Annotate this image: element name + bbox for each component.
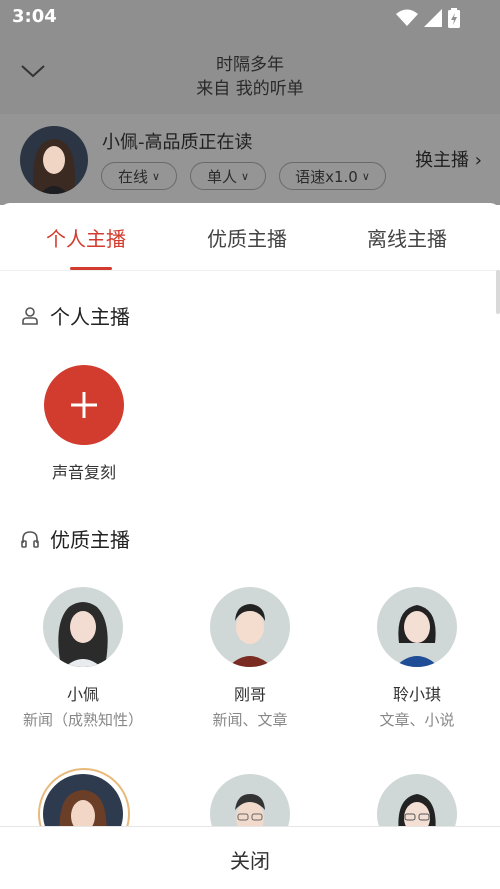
current-anchor-name: 小佩-高品质正在读 xyxy=(102,132,253,153)
tab-bar: 个人主播 优质主播 离线主播 xyxy=(0,203,500,271)
personal-section-title: 个人主播 xyxy=(20,301,130,330)
battery-icon xyxy=(448,8,460,28)
host-card[interactable]: 聆小琪 文章、小说 xyxy=(337,587,497,730)
chevron-down-icon: ∨ xyxy=(361,169,370,183)
add-voice-clone-button[interactable] xyxy=(44,365,124,445)
track-title: 时隔多年 xyxy=(216,55,284,75)
current-anchor-bar: 小佩-高品质正在读 在线 ∨ 单人 ∨ 语速x1.0 ∨ 换主播 › xyxy=(0,114,500,205)
tab-quality[interactable]: 优质主播 xyxy=(207,223,287,252)
quality-section-label: 优质主播 xyxy=(50,528,130,552)
headphones-icon xyxy=(21,530,39,548)
signal-icon xyxy=(424,9,442,27)
personal-section-label: 个人主播 xyxy=(50,305,130,329)
chevron-down-icon: ∨ xyxy=(151,169,161,183)
host-name: 小佩 xyxy=(66,685,99,704)
current-anchor-avatar xyxy=(20,126,88,194)
anchor-picker-sheet: 个人主播 优质主播 离线主播 个人主播 声音复刻 优质主播 小佩 新闻（成熟知性… xyxy=(0,203,500,889)
host-avatar xyxy=(377,587,457,667)
person-icon xyxy=(22,306,38,325)
tab-offline[interactable]: 离线主播 xyxy=(367,223,447,252)
track-source: 来自 我的听单 xyxy=(196,79,304,99)
quality-section-title: 优质主播 xyxy=(20,524,130,553)
host-tags: 新闻（成熟知性） xyxy=(22,711,143,729)
host-name: 刚哥 xyxy=(233,685,266,704)
status-bar: 3:04 xyxy=(0,0,500,34)
scrollbar[interactable] xyxy=(496,270,500,314)
tab-personal[interactable]: 个人主播 xyxy=(46,223,126,252)
wifi-icon xyxy=(396,9,418,26)
speed-dropdown-label: 语速x1.0 xyxy=(295,167,358,186)
host-avatar xyxy=(43,587,123,667)
speed-dropdown[interactable]: 语速x1.0 ∨ xyxy=(279,162,386,190)
mode-dropdown-label: 单人 xyxy=(206,167,237,186)
add-voice-clone-label: 声音复刻 xyxy=(51,463,116,482)
switch-anchor-label: 换主播 xyxy=(415,150,470,171)
host-card[interactable]: 小佩 新闻（成熟知性） xyxy=(3,587,163,730)
status-dropdown-label: 在线 xyxy=(117,167,148,186)
close-bar: 关闭 xyxy=(0,826,500,889)
chevron-down-icon: ∨ xyxy=(240,169,250,183)
mode-dropdown[interactable]: 单人 ∨ xyxy=(190,162,266,190)
status-icons xyxy=(396,8,460,28)
switch-anchor-button[interactable]: 换主播 › xyxy=(415,146,482,172)
status-time: 3:04 xyxy=(12,6,57,27)
host-name: 聆小琪 xyxy=(392,685,441,704)
host-card[interactable]: 刚哥 新闻、文章 xyxy=(170,587,330,730)
status-dropdown[interactable]: 在线 ∨ xyxy=(101,162,177,190)
host-tags: 文章、小说 xyxy=(379,711,455,729)
host-avatar xyxy=(210,587,290,667)
player-header: 时隔多年 来自 我的听单 xyxy=(0,44,500,104)
close-button[interactable]: 关闭 xyxy=(0,845,500,874)
chevron-right-icon: › xyxy=(474,150,482,171)
host-tags: 新闻、文章 xyxy=(212,711,288,729)
tab-indicator xyxy=(70,267,112,270)
